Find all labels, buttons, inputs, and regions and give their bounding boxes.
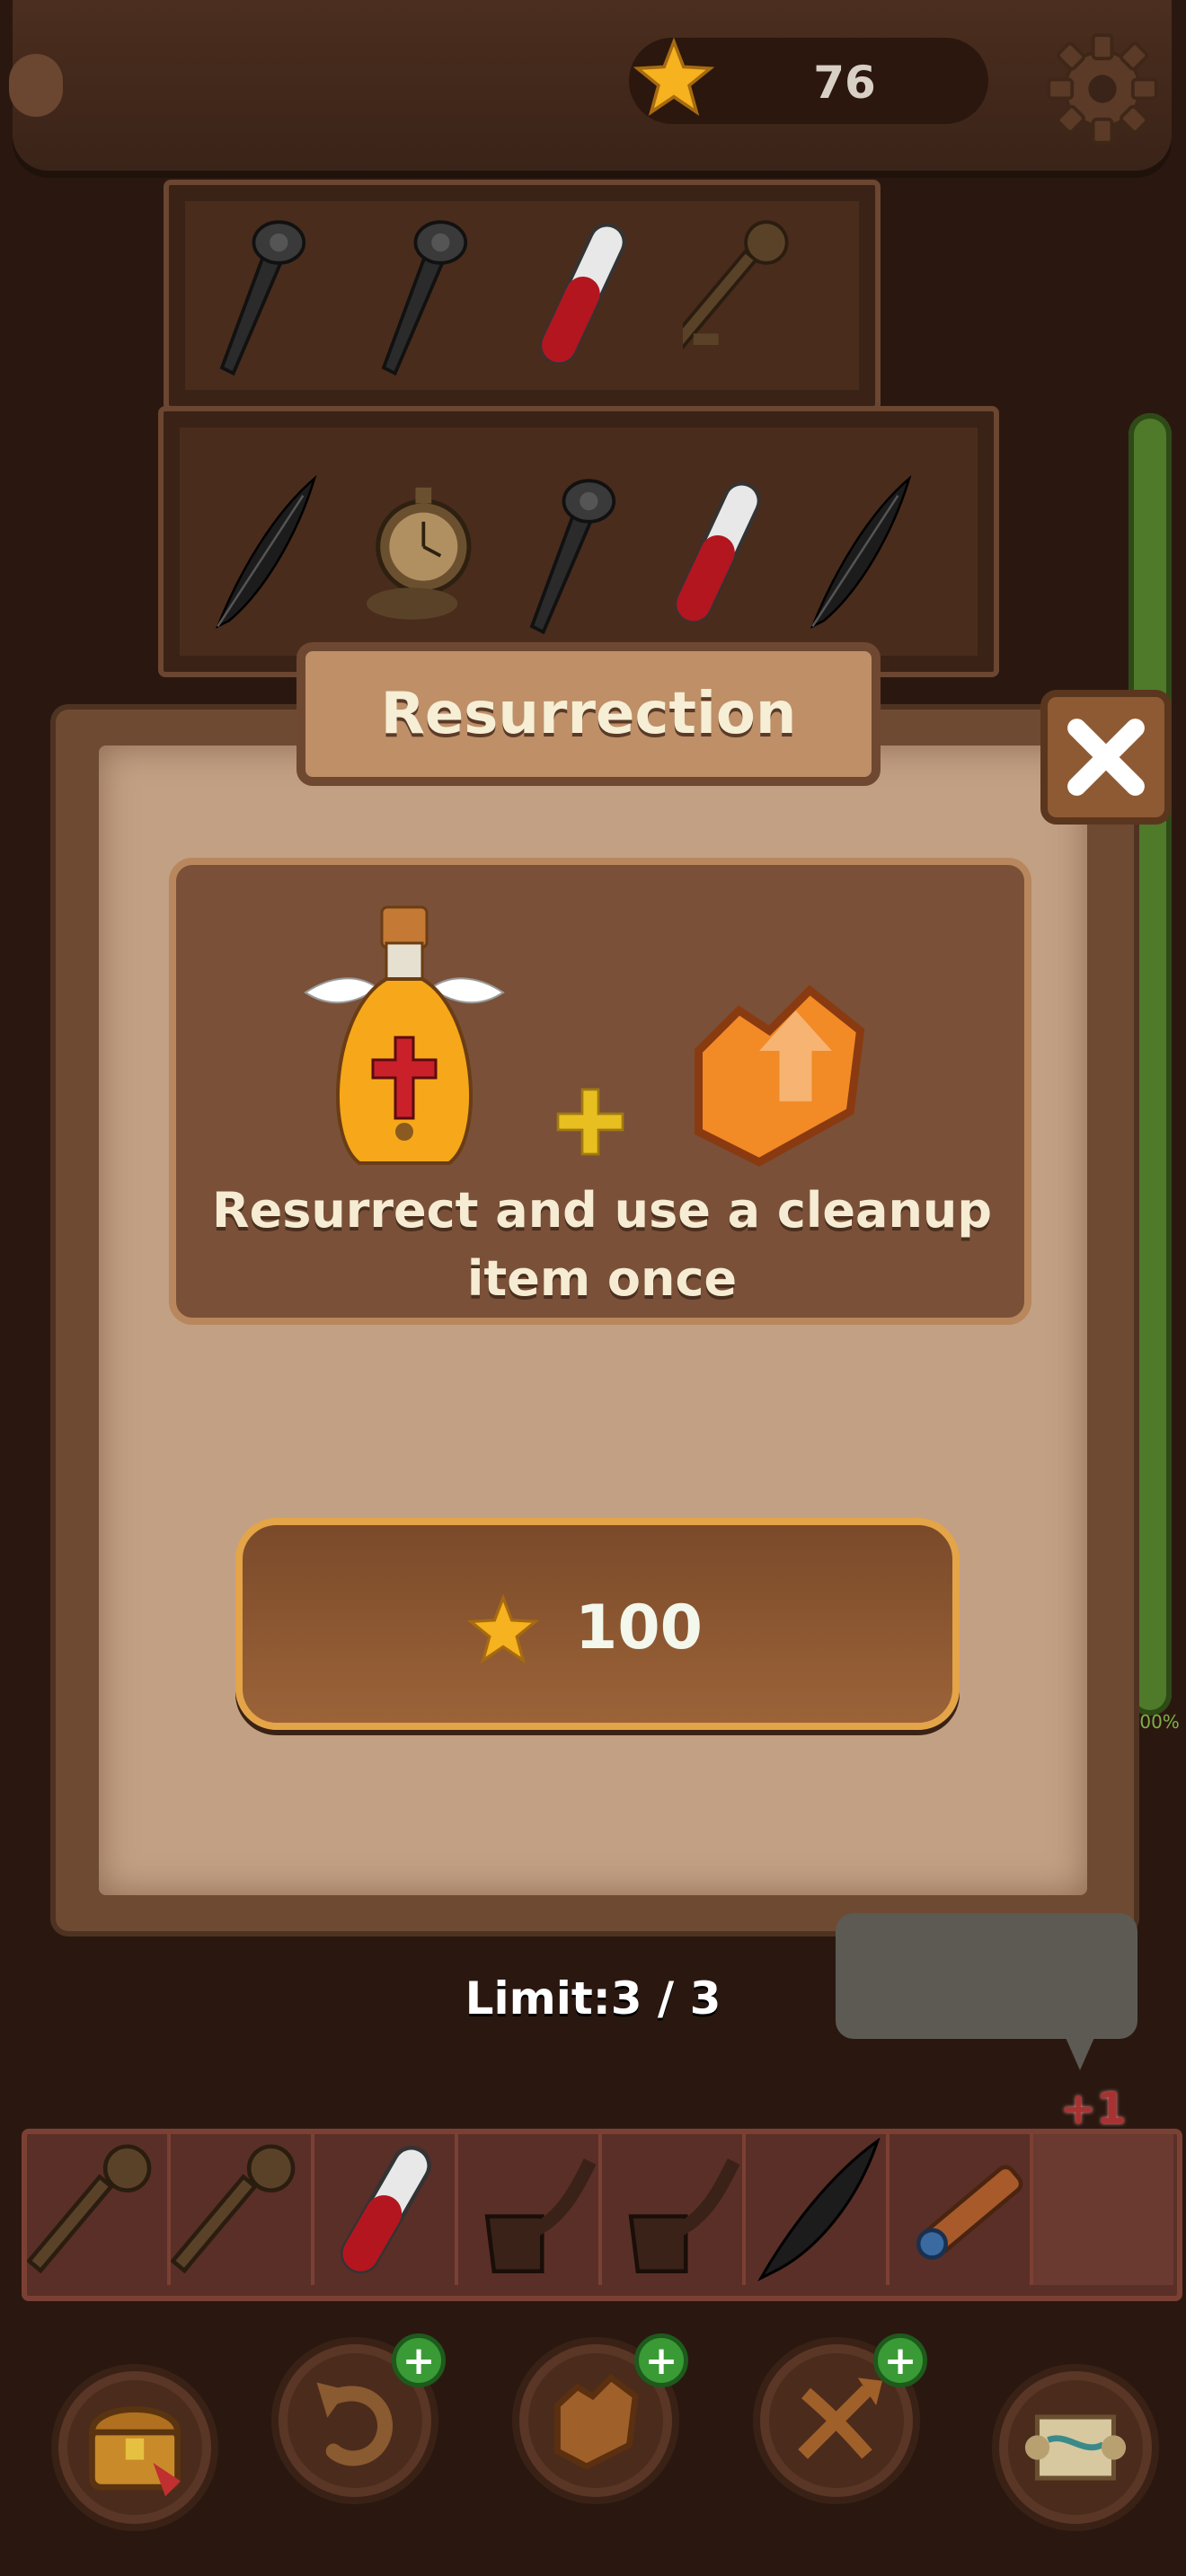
dialog-title: Resurrection [380,681,797,747]
treasure-chest-button[interactable] [58,2371,211,2524]
price-label: 100 [575,1592,703,1663]
tray-slot[interactable] [890,2134,1033,2285]
pocket-watch-icon[interactable] [359,467,476,638]
map-button[interactable] [999,2371,1152,2524]
speech-bubble [836,1913,1137,2039]
blood-vial-icon[interactable] [521,208,638,379]
close-button[interactable] [1040,690,1172,825]
side-progress-text: .00% [1134,1711,1180,1733]
cleanup-icon [695,984,865,1167]
plus-icon [556,1088,624,1156]
side-progress-bar [1128,413,1172,1716]
tray-slot[interactable] [458,2134,602,2285]
spyglass-icon [916,2165,1023,2260]
tray-slot[interactable] [26,2134,171,2285]
shuffle-add-badge[interactable]: + [873,2333,927,2387]
star-icon [633,38,714,117]
undo-add-badge[interactable]: + [392,2333,446,2387]
coin-count: 76 [813,57,876,109]
treasure-chest-icon [88,2406,181,2497]
feather-icon[interactable] [800,467,916,638]
top-bar [13,0,1172,171]
limit-text: Limit:3 / 3 [465,1972,721,2025]
tray-slot[interactable] [170,2134,314,2285]
tray-slot[interactable] [746,2134,890,2285]
mace-icon[interactable] [359,208,476,379]
menu-handle[interactable] [9,54,63,117]
feather-icon[interactable] [205,467,322,638]
blood-vial-icon [341,2145,431,2274]
cleanup-add-badge[interactable]: + [634,2333,688,2387]
dialog-description: Resurrect and use a cleanup item once [211,1182,992,1307]
mace-icon[interactable] [508,467,624,638]
tray-slot[interactable] [602,2134,746,2285]
tray-slot[interactable] [314,2134,458,2285]
pipe-icon [484,2158,597,2274]
tray-slot-empty[interactable] [1033,2134,1173,2285]
blood-vial-icon[interactable] [656,467,773,638]
key-icon[interactable] [683,208,800,379]
feather-icon [757,2137,881,2281]
pipe-icon [628,2158,740,2274]
star-icon [467,1594,539,1664]
map-scroll-icon [1024,2414,1127,2481]
close-icon [1067,719,1145,796]
key-icon [170,2144,296,2274]
speech-bubble-tail [1060,2025,1100,2070]
mace-icon[interactable] [198,208,314,379]
gear-icon[interactable] [1044,31,1161,147]
resurrection-potion-icon [304,905,505,1165]
key-icon [26,2144,152,2274]
